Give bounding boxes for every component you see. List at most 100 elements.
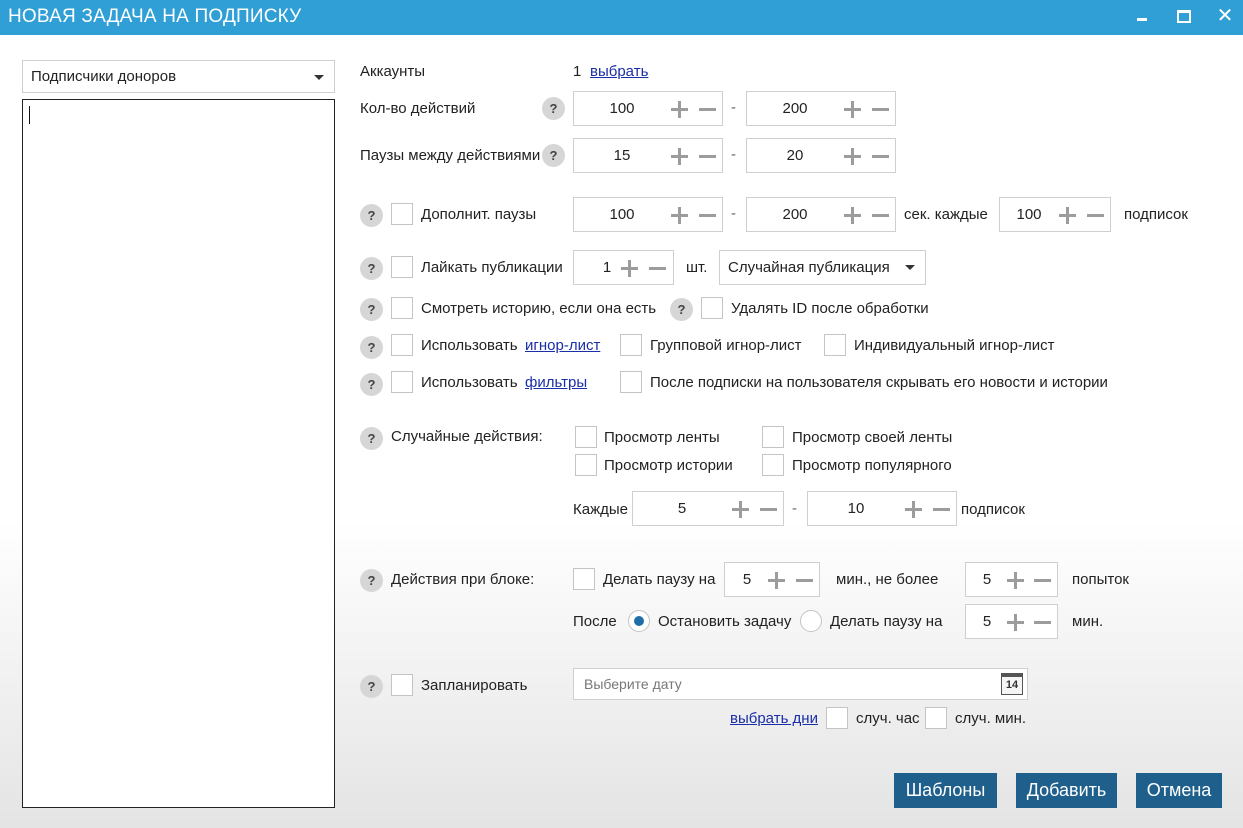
random-to-stepper[interactable]: 10 — [807, 491, 957, 526]
minus-icon[interactable] — [796, 572, 813, 589]
minus-icon[interactable] — [649, 260, 666, 277]
use-filters-checkbox[interactable] — [391, 371, 413, 393]
actions-to-value[interactable]: 200 — [747, 92, 843, 125]
random-stories-checkbox[interactable] — [575, 454, 597, 476]
extra-pauses-every-value[interactable]: 100 — [1000, 198, 1058, 231]
plus-icon[interactable] — [621, 260, 638, 277]
group-ignore-checkbox[interactable] — [620, 334, 642, 356]
plus-icon[interactable] — [844, 207, 861, 224]
filters-link[interactable]: фильтры — [525, 373, 587, 393]
help-icon[interactable]: ? — [360, 336, 383, 359]
ignore-list-link[interactable]: игнор-лист — [525, 336, 600, 356]
pauses-to-stepper[interactable]: 20 — [746, 138, 896, 173]
help-icon[interactable]: ? — [360, 569, 383, 592]
extra-pauses-from-stepper[interactable]: 100 — [573, 197, 723, 232]
help-icon[interactable]: ? — [360, 298, 383, 321]
minus-icon[interactable] — [1034, 572, 1051, 589]
random-from-value[interactable]: 5 — [633, 492, 731, 525]
random-feed-checkbox[interactable] — [575, 426, 597, 448]
plus-icon[interactable] — [1007, 572, 1024, 589]
pauses-from-stepper[interactable]: 15 — [573, 138, 723, 173]
minus-icon[interactable] — [933, 501, 950, 518]
minus-icon[interactable] — [872, 207, 889, 224]
cancel-button[interactable]: Отмена — [1136, 773, 1222, 808]
random-hour-label: случ. час — [856, 710, 920, 727]
minimize-icon[interactable] — [1127, 0, 1157, 35]
source-select[interactable]: Подписчики доноров — [22, 60, 335, 93]
minus-icon[interactable] — [699, 207, 716, 224]
minus-icon[interactable] — [699, 101, 716, 118]
like-count-stepper[interactable]: 1 — [573, 250, 674, 285]
schedule-checkbox[interactable] — [391, 674, 413, 696]
help-icon[interactable]: ? — [360, 257, 383, 280]
block-pause-stepper[interactable]: 5 — [724, 562, 820, 597]
plus-icon[interactable] — [671, 101, 688, 118]
pauses-to-value[interactable]: 20 — [747, 139, 843, 172]
help-icon[interactable]: ? — [360, 373, 383, 396]
calendar-icon[interactable]: 14 — [1001, 673, 1023, 695]
random-to-value[interactable]: 10 — [808, 492, 904, 525]
maximize-icon[interactable] — [1168, 0, 1198, 35]
select-days-link[interactable]: выбрать дни — [730, 709, 818, 729]
help-icon[interactable]: ? — [670, 298, 693, 321]
actions-to-stepper[interactable]: 200 — [746, 91, 896, 126]
minus-icon[interactable] — [1034, 614, 1051, 631]
actions-from-stepper[interactable]: 100 — [573, 91, 723, 126]
plus-icon[interactable] — [844, 148, 861, 165]
extra-pauses-to-value[interactable]: 200 — [747, 198, 843, 231]
minus-icon[interactable] — [872, 148, 889, 165]
block-tries-stepper[interactable]: 5 — [965, 562, 1058, 597]
date-picker[interactable]: 14 — [573, 668, 1028, 700]
extra-pauses-checkbox[interactable] — [391, 203, 413, 225]
minus-icon[interactable] — [872, 101, 889, 118]
random-own-feed-checkbox[interactable] — [762, 426, 784, 448]
help-icon[interactable]: ? — [360, 675, 383, 698]
donor-list-textarea[interactable] — [22, 99, 335, 808]
plus-icon[interactable] — [732, 501, 749, 518]
extra-pauses-from-value[interactable]: 100 — [574, 198, 670, 231]
block-pause-checkbox[interactable] — [573, 568, 595, 590]
random-min-label: случ. мин. — [955, 710, 1027, 727]
block-tries-value[interactable]: 5 — [966, 563, 1008, 596]
plus-icon[interactable] — [671, 207, 688, 224]
delete-id-checkbox[interactable] — [701, 297, 723, 319]
individual-ignore-checkbox[interactable] — [824, 334, 846, 356]
random-hour-checkbox[interactable] — [826, 707, 848, 729]
block-pause2-stepper[interactable]: 5 — [965, 604, 1058, 639]
templates-button[interactable]: Шаблоны — [894, 773, 997, 808]
hide-news-checkbox[interactable] — [620, 371, 642, 393]
like-mode-select[interactable]: Случайная публикация — [719, 250, 926, 285]
plus-icon[interactable] — [1007, 614, 1024, 631]
extra-pauses-every-stepper[interactable]: 100 — [999, 197, 1111, 232]
plus-icon[interactable] — [768, 572, 785, 589]
close-icon[interactable]: ✕ — [1210, 0, 1240, 35]
extra-pauses-to-stepper[interactable]: 200 — [746, 197, 896, 232]
random-popular-checkbox[interactable] — [762, 454, 784, 476]
add-button[interactable]: Добавить — [1016, 773, 1117, 808]
view-story-checkbox[interactable] — [391, 297, 413, 319]
help-icon[interactable]: ? — [360, 427, 383, 450]
plus-icon[interactable] — [671, 148, 688, 165]
help-icon[interactable]: ? — [542, 144, 565, 167]
minus-icon[interactable] — [699, 148, 716, 165]
use-ignore-checkbox[interactable] — [391, 334, 413, 356]
plus-icon[interactable] — [1059, 207, 1076, 224]
like-checkbox[interactable] — [391, 256, 413, 278]
help-icon[interactable]: ? — [542, 97, 565, 120]
pause-radio-label: Делать паузу на — [830, 613, 943, 630]
block-pause-value[interactable]: 5 — [725, 563, 769, 596]
accounts-select-link[interactable]: выбрать — [590, 62, 648, 82]
random-min-checkbox[interactable] — [925, 707, 947, 729]
plus-icon[interactable] — [844, 101, 861, 118]
date-input[interactable] — [574, 669, 989, 699]
actions-from-value[interactable]: 100 — [574, 92, 670, 125]
help-icon[interactable]: ? — [360, 204, 383, 227]
stop-task-radio[interactable] — [628, 610, 650, 632]
block-pause2-value[interactable]: 5 — [966, 605, 1008, 638]
minus-icon[interactable] — [1087, 207, 1104, 224]
minus-icon[interactable] — [760, 501, 777, 518]
random-from-stepper[interactable]: 5 — [632, 491, 784, 526]
pause-radio[interactable] — [800, 610, 822, 632]
pauses-from-value[interactable]: 15 — [574, 139, 670, 172]
plus-icon[interactable] — [905, 501, 922, 518]
